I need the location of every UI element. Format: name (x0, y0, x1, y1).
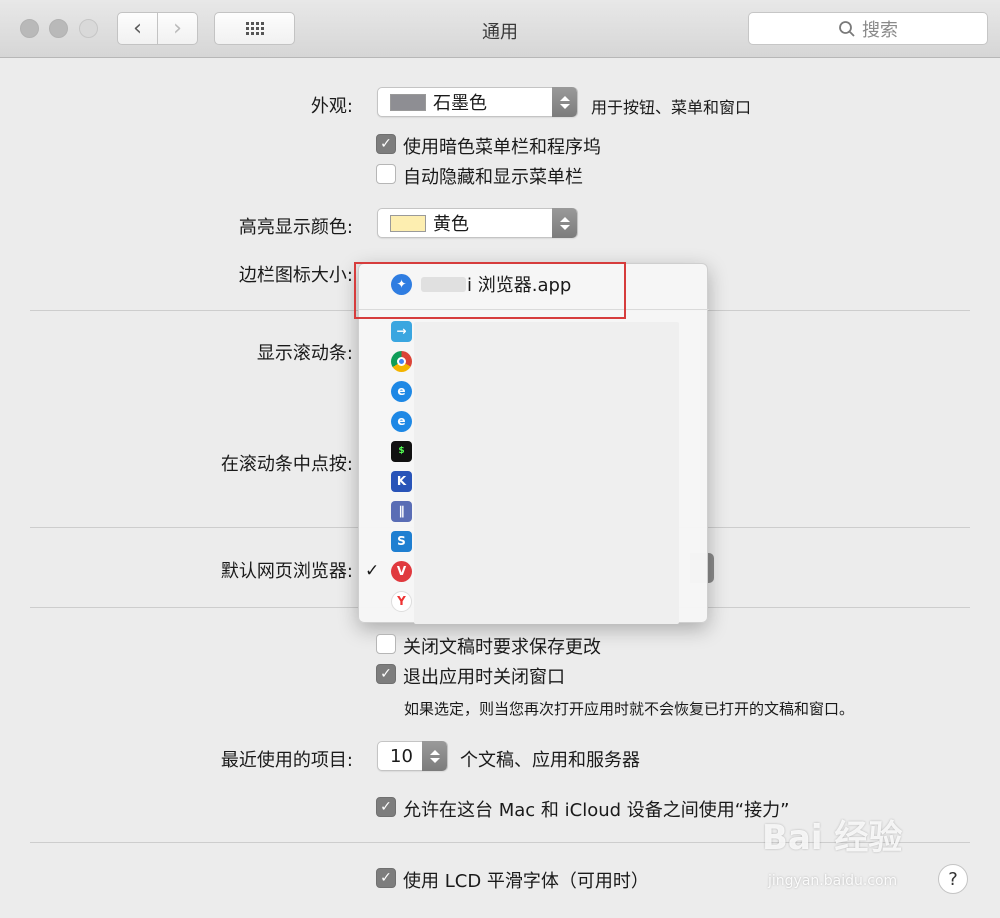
dark-menu-checkbox[interactable]: ✓ (376, 134, 396, 154)
appearance-value: 石墨色 (433, 93, 487, 114)
parallels-icon: ∥ (391, 500, 412, 522)
yellow-swatch (390, 214, 426, 232)
highlight-value: 黄色 (433, 214, 469, 235)
highlight-popup[interactable]: 黄色 (377, 208, 578, 238)
checkmark-icon: ✓ (380, 870, 392, 886)
highlight-label: 高亮显示颜色: (238, 217, 353, 238)
k-app-icon: K (391, 470, 412, 492)
arrow-app-icon: → (391, 320, 412, 342)
ask-save-checkbox[interactable] (376, 634, 396, 654)
menu-item-checked[interactable]: ✓ V (359, 556, 709, 586)
popup-stepper-icon (552, 208, 577, 238)
search-field[interactable]: 搜索 (748, 12, 988, 45)
lcd-smoothing-label: 使用 LCD 平滑字体（可用时） (403, 871, 649, 892)
search-placeholder: 搜索 (862, 19, 898, 41)
dark-menu-label: 使用暗色菜单栏和程序坞 (403, 137, 601, 158)
close-windows-checkbox[interactable]: ✓ (376, 664, 396, 684)
vivaldi-icon: V (391, 560, 412, 582)
search-icon (839, 20, 855, 37)
window-toolbar: ‹ › 通用 搜索 (0, 0, 1000, 58)
checkmark-icon: ✓ (380, 799, 392, 815)
s-app-icon: S (391, 530, 412, 552)
handoff-label: 允许在这台 Mac 和 iCloud 设备之间使用“接力” (403, 800, 790, 821)
menu-item[interactable] (359, 346, 709, 376)
help-button[interactable]: ? (938, 864, 968, 894)
auto-hide-menu-checkbox[interactable] (376, 164, 396, 184)
close-windows-note: 如果选定，则当您再次打开应用时就不会恢复已打开的文稿和窗口。 (404, 700, 855, 718)
appearance-popup[interactable]: 石墨色 (377, 87, 578, 117)
menu-item[interactable]: → (359, 316, 709, 346)
menu-item[interactable]: ∥ (359, 496, 709, 526)
menu-item[interactable]: K (359, 466, 709, 496)
recent-items-popup[interactable]: 10 (377, 741, 448, 771)
menu-item[interactable]: Y (359, 586, 709, 616)
popup-stepper-icon (422, 741, 447, 771)
appearance-label: 外观: (310, 96, 353, 117)
sidebar-icon-size-label: 边栏图标大小: (238, 265, 353, 286)
default-browser-label: 默认网页浏览器: (220, 561, 353, 582)
menu-item[interactable]: e (359, 376, 709, 406)
recent-items-note: 个文稿、应用和服务器 (460, 750, 640, 771)
chrome-icon (391, 350, 412, 372)
ask-save-label: 关闭文稿时要求保存更改 (403, 637, 601, 658)
scrollbars-label: 显示滚动条: (256, 343, 353, 364)
menu-item[interactable]: e (359, 406, 709, 436)
watermark-logo: Bai 经验 (762, 818, 903, 858)
checkmark-icon: ✓ (380, 136, 392, 152)
scroll-click-label: 在滚动条中点按: (220, 454, 353, 475)
graphite-swatch (390, 93, 426, 111)
yandex-icon: Y (391, 590, 412, 612)
close-windows-label: 退出应用时关闭窗口 (403, 667, 565, 688)
handoff-checkbox[interactable]: ✓ (376, 797, 396, 817)
ie-icon: e (391, 380, 412, 402)
terminal-icon: $ (391, 440, 412, 462)
popup-stepper-icon (552, 87, 577, 117)
checkmark-icon: ✓ (380, 666, 392, 682)
menu-item[interactable]: $ (359, 436, 709, 466)
auto-hide-menu-label: 自动隐藏和显示菜单栏 (403, 167, 583, 188)
ie-icon: e (391, 410, 412, 432)
appearance-note: 用于按钮、菜单和窗口 (591, 98, 752, 117)
watermark-url: jingyan.baidu.com (768, 873, 898, 889)
annotation-highlight-box (354, 262, 626, 319)
checkmark-icon: ✓ (365, 561, 380, 581)
menu-item[interactable]: S (359, 526, 709, 556)
lcd-smoothing-checkbox[interactable]: ✓ (376, 868, 396, 888)
recent-items-label: 最近使用的项目: (220, 750, 353, 771)
recent-items-value: 10 (390, 745, 413, 767)
